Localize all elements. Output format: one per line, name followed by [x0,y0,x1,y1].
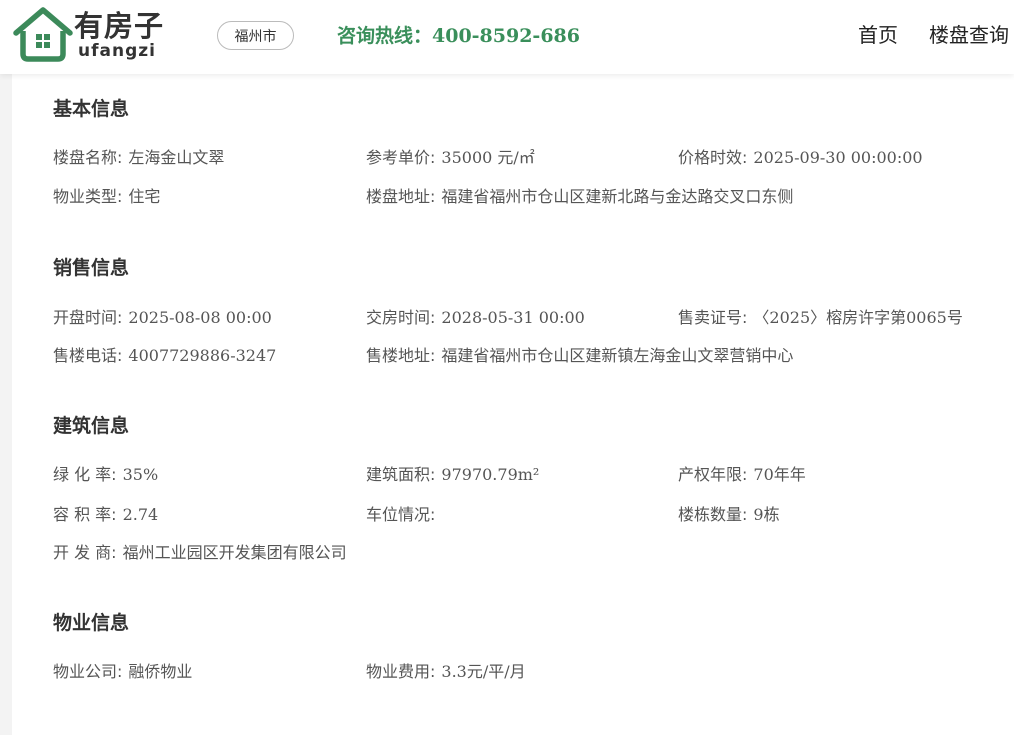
sales-phone-field: 售楼电话: 4007729886-3247 [53,344,276,368]
green-rate-field: 绿 化 率: 35% [53,463,158,487]
logo-chinese-text: 有房子 [74,9,165,43]
price-validity-field: 价格时效: 2025-09-30 00:00:00 [678,146,923,170]
building-info-title: 建筑信息 [53,415,130,437]
unit-price-field: 参考单价: 35000 元/㎡ [366,146,535,170]
property-mgmt-info-row-1: 物业公司: 融侨物业 物业费用: 3.3元/平/月 [12,660,1014,684]
management-company-label: 物业公司: [53,662,123,681]
basic-info-row-1: 楼盘名称: 左海金山文翠 参考单价: 35000 元/㎡ 价格时效: 2025-09-… [12,146,1014,170]
price-validity-value: 2025-09-30 00:00:00 [753,148,923,167]
green-rate-label: 绿 化 率: [53,465,117,484]
management-company-value: 融侨物业 [128,662,193,681]
building-count-label: 楼栋数量: [678,505,748,524]
sales-phone-label: 售楼电话: [53,346,123,365]
hotline-text: 咨询热线：400-8592-686 [337,25,580,47]
city-selector-button[interactable]: 福州市 [217,21,294,50]
opening-time-field: 开盘时间: 2025-08-08 00:00 [53,306,272,330]
basic-info-row-2: 物业类型: 住宅 楼盘地址: 福建省福州市仓山区建新北路与金达路交叉口东侧 [12,185,1014,209]
management-company-field: 物业公司: 融侨物业 [53,660,192,684]
property-term-value: 70年年 [753,465,806,484]
opening-time-value: 2025-08-08 00:00 [128,308,272,327]
building-count-value: 9栋 [753,505,780,524]
building-info-row-2: 容 积 率: 2.74 车位情况: 楼栋数量: 9栋 [12,503,1014,527]
management-fee-label: 物业费用: [366,662,436,681]
parking-field: 车位情况: [366,503,441,527]
developer-field: 开 发 商: 福州工业园区开发集团有限公司 [53,541,347,565]
property-name-field: 楼盘名称: 左海金山文翠 [53,146,224,170]
management-fee-field: 物业费用: 3.3元/平/月 [366,660,526,684]
sales-phone-value[interactable]: 4007729886-3247 [128,346,276,365]
property-mgmt-info-title: 物业信息 [53,612,130,634]
property-type-value: 住宅 [128,187,161,206]
opening-time-label: 开盘时间: [53,308,123,327]
building-info-row-1: 绿 化 率: 35% 建筑面积: 97970.79m² 产权年限: 70年年 [12,463,1014,487]
sales-address-label: 售楼地址: [366,346,436,365]
property-type-label: 物业类型: [53,187,123,206]
house-logo-icon [13,7,73,62]
property-address-field: 楼盘地址: 福建省福州市仓山区建新北路与金达路交叉口东侧 [366,185,793,209]
property-address-value: 福建省福州市仓山区建新北路与金达路交叉口东侧 [441,187,794,206]
sales-permit-value: 〈2025〉榕房许字第0065号 [753,308,963,327]
plot-ratio-label: 容 积 率: [53,505,117,524]
sales-address-value: 福建省福州市仓山区建新镇左海金山文翠营销中心 [441,346,794,365]
delivery-time-field: 交房时间: 2028-05-31 00:00 [366,306,585,330]
sales-permit-field: 售卖证号: 〈2025〉榕房许字第0065号 [678,306,963,330]
logo-english-text: ufangzi [78,41,156,61]
property-term-field: 产权年限: 70年年 [678,463,806,487]
green-rate-value: 35% [122,465,159,484]
sales-permit-label: 售卖证号: [678,308,748,327]
property-term-label: 产权年限: [678,465,748,484]
property-name-value: 左海金山文翠 [128,148,225,167]
sales-info-row-1: 开盘时间: 2025-08-08 00:00 交房时间: 2028-05-31 00… [12,306,1014,330]
building-count-field: 楼栋数量: 9栋 [678,503,780,527]
site-logo[interactable]: 有房子 ufangzi [12,6,182,62]
nav-property-search-link[interactable]: 楼盘查询 [929,22,1009,48]
nav-home-link[interactable]: 首页 [858,22,898,48]
delivery-time-value: 2028-05-31 00:00 [441,308,585,327]
price-validity-label: 价格时效: [678,148,748,167]
building-area-label: 建筑面积: [366,465,436,484]
building-area-value: 97970.79m² [441,465,540,484]
sales-address-field: 售楼地址: 福建省福州市仓山区建新镇左海金山文翠营销中心 [366,344,793,368]
developer-label: 开 发 商: [53,543,117,562]
parking-label: 车位情况: [366,505,436,524]
property-type-field: 物业类型: 住宅 [53,185,160,209]
plot-ratio-value: 2.74 [122,505,159,524]
sales-info-title: 销售信息 [53,257,130,279]
unit-price-label: 参考单价: [366,148,436,167]
basic-info-title: 基本信息 [53,98,130,120]
site-header: 有房子 ufangzi 福州市 咨询热线：400-8592-686 首页 楼盘查… [0,0,1014,74]
unit-price-value: 35000 元/㎡ [441,148,535,167]
building-area-field: 建筑面积: 97970.79m² [366,463,539,487]
building-info-row-3: 开 发 商: 福州工业园区开发集团有限公司 [12,541,1014,565]
property-detail-panel: 基本信息 楼盘名称: 左海金山文翠 参考单价: 35000 元/㎡ 价格时效: 202… [12,74,1014,735]
property-name-label: 楼盘名称: [53,148,123,167]
delivery-time-label: 交房时间: [366,308,436,327]
management-fee-value: 3.3元/平/月 [441,662,526,681]
sales-info-row-2: 售楼电话: 4007729886-3247 售楼地址: 福建省福州市仓山区建新镇左海… [12,344,1014,368]
developer-value: 福州工业园区开发集团有限公司 [122,543,347,562]
property-address-label: 楼盘地址: [366,187,436,206]
plot-ratio-field: 容 积 率: 2.74 [53,503,158,527]
